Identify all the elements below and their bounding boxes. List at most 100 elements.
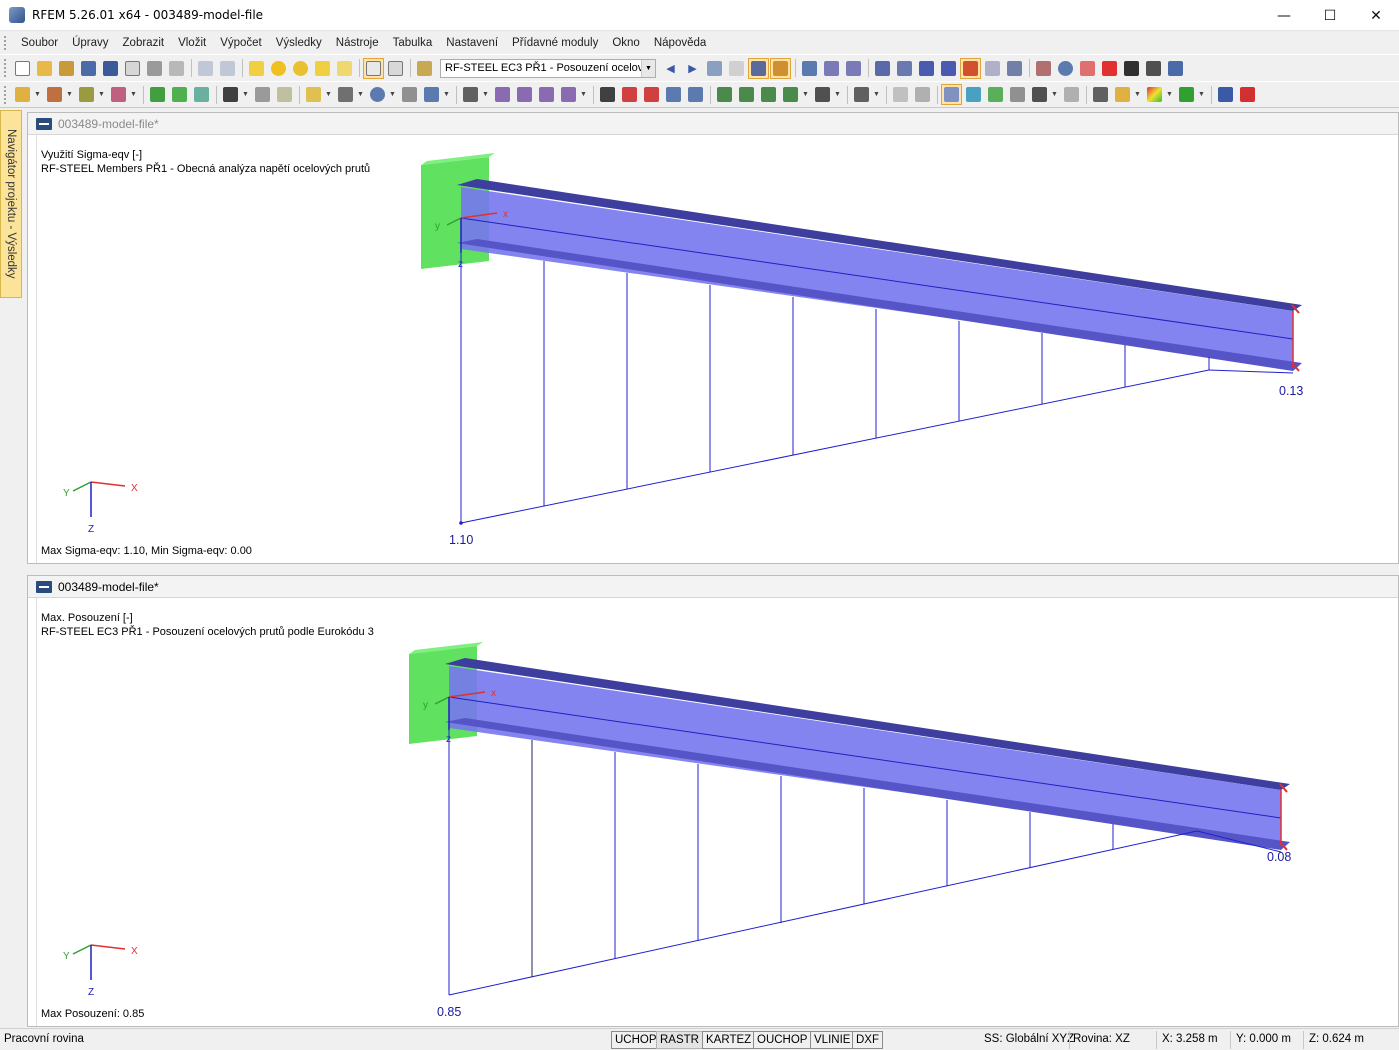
tile-button[interactable] (1061, 84, 1082, 105)
tool-7-button[interactable] (1165, 58, 1186, 79)
chevron-down-icon[interactable]: ▼ (641, 59, 655, 77)
filter-3-button[interactable] (916, 58, 937, 79)
select-5-button[interactable] (685, 84, 706, 105)
solid-button[interactable] (169, 84, 190, 105)
layout-button[interactable] (1029, 84, 1050, 105)
divide-button[interactable] (558, 84, 579, 105)
menu-nastaveni[interactable]: Nastavení (439, 37, 505, 49)
menu-vypocet[interactable]: Výpočet (213, 37, 269, 49)
dxf-toggle[interactable]: DXF (852, 1031, 883, 1049)
dimension-button[interactable] (252, 84, 273, 105)
maximize-button[interactable]: ☐ (1307, 0, 1353, 31)
axis-y-button[interactable] (736, 84, 757, 105)
print-graphic-button[interactable] (166, 58, 187, 79)
tool-5-button[interactable] (1121, 58, 1142, 79)
view-window-2-titlebar[interactable]: 003489-model-file* (28, 576, 1398, 598)
axis-x-button[interactable] (714, 84, 735, 105)
snap-toggle[interactable]: UCHOP (611, 1031, 661, 1049)
beam-scene-2[interactable]: x y z 0.85 0.08 X Y Z (37, 598, 1393, 1026)
axis-z-button[interactable] (758, 84, 779, 105)
section-button[interactable] (303, 84, 324, 105)
open-file-button[interactable] (34, 58, 55, 79)
object-snap-toggle[interactable]: OUCHOP (753, 1031, 812, 1049)
results-on-button[interactable] (704, 58, 725, 79)
delete-button[interactable] (1099, 58, 1120, 79)
model-view-button[interactable] (941, 84, 962, 105)
view-window-1-titlebar[interactable]: 003489-model-file* (28, 113, 1398, 135)
chevron-down-icon[interactable]: ▼ (66, 91, 73, 98)
open-3d-button[interactable] (78, 58, 99, 79)
menu-nastroje[interactable]: Nástroje (329, 37, 386, 49)
select-1-button[interactable] (597, 84, 618, 105)
member-results-button[interactable] (821, 58, 842, 79)
menu-grip[interactable] (4, 36, 8, 50)
show-values-button[interactable] (770, 57, 791, 79)
save-button[interactable] (100, 58, 121, 79)
grid-button[interactable] (274, 84, 295, 105)
windows-button[interactable] (334, 58, 355, 79)
tool-1-button[interactable] (1033, 58, 1054, 79)
menu-zobrazit[interactable]: Zobrazit (116, 37, 172, 49)
chevron-down-icon[interactable]: ▼ (357, 91, 364, 98)
surface-button[interactable] (147, 84, 168, 105)
filter-2-button[interactable] (894, 58, 915, 79)
guidelines-toggle[interactable]: VLINIE (810, 1031, 855, 1049)
move-button[interactable] (460, 84, 481, 105)
filter-4-button[interactable] (938, 58, 959, 79)
close-button[interactable]: ✕ (1353, 0, 1399, 31)
pdf-button[interactable] (1237, 84, 1258, 105)
chevron-down-icon[interactable]: ▼ (98, 91, 105, 98)
project-navigator-tab[interactable]: Navigátor projektu - Výsledky (0, 110, 22, 298)
load-button[interactable] (220, 84, 241, 105)
cartesian-toggle[interactable]: KARTEZ (702, 1031, 756, 1049)
filter-1-button[interactable] (872, 58, 893, 79)
chevron-down-icon[interactable]: ▼ (1198, 91, 1205, 98)
graphics-viewport-2[interactable]: x y z 0.85 0.08 X Y Z Max. Posouzení [-]… (36, 598, 1392, 1026)
chevron-down-icon[interactable]: ▼ (802, 91, 809, 98)
edit-button[interactable] (246, 58, 267, 79)
chevron-down-icon[interactable]: ▼ (325, 91, 332, 98)
chevron-down-icon[interactable]: ▼ (242, 91, 249, 98)
comment-button[interactable] (312, 58, 333, 79)
new-file-button[interactable] (12, 58, 33, 79)
deformation-button[interactable] (799, 58, 820, 79)
load-case-combo[interactable]: RF-STEEL EC3 PŘ1 - Posouzení ocelových ▼ (440, 58, 656, 78)
opening-button[interactable] (191, 84, 212, 105)
redo-button[interactable] (217, 58, 238, 79)
member-button[interactable] (76, 84, 97, 105)
export-button[interactable] (1215, 84, 1236, 105)
line-button[interactable] (44, 84, 65, 105)
tool-3-button[interactable] (1077, 58, 1098, 79)
toolbar-grip[interactable] (4, 59, 8, 77)
view-button[interactable] (335, 84, 356, 105)
grid-toggle[interactable]: RASTR (656, 1031, 703, 1049)
display-button[interactable] (421, 84, 442, 105)
section-results-button[interactable] (843, 58, 864, 79)
menu-okno[interactable]: Okno (605, 37, 647, 49)
solid-view-button[interactable] (912, 84, 933, 105)
values-button[interactable] (726, 58, 747, 79)
surface-view-button[interactable] (963, 84, 984, 105)
view-window-2[interactable]: 003489-model-file* x y z 0.85 0.08 X Y Z… (27, 575, 1399, 1027)
grid-view-button[interactable] (385, 58, 406, 79)
chevron-down-icon[interactable]: ▼ (34, 91, 41, 98)
info-button[interactable] (1090, 84, 1111, 105)
menu-soubor[interactable]: Soubor (14, 37, 65, 49)
tool-2-button[interactable] (1055, 58, 1076, 79)
wire-button[interactable] (890, 84, 911, 105)
chevron-down-icon[interactable]: ▼ (580, 91, 587, 98)
legend-button[interactable] (1176, 84, 1197, 105)
scale-button[interactable] (536, 84, 557, 105)
chevron-down-icon[interactable]: ▼ (130, 91, 137, 98)
chevron-down-icon[interactable]: ▼ (834, 91, 841, 98)
filter-5-button[interactable] (960, 57, 981, 79)
color-button[interactable] (1112, 84, 1133, 105)
previous-button[interactable]: ◀ (660, 58, 681, 79)
results-module-button[interactable] (414, 58, 435, 79)
mirror-button[interactable] (514, 84, 535, 105)
scale-color-button[interactable] (1144, 84, 1165, 105)
search-button[interactable] (268, 58, 289, 79)
chevron-down-icon[interactable]: ▼ (1051, 91, 1058, 98)
select-2-button[interactable] (619, 84, 640, 105)
view-window-1[interactable]: 003489-model-file* x y z 1.10 0.13 X Y Z… (27, 112, 1399, 564)
